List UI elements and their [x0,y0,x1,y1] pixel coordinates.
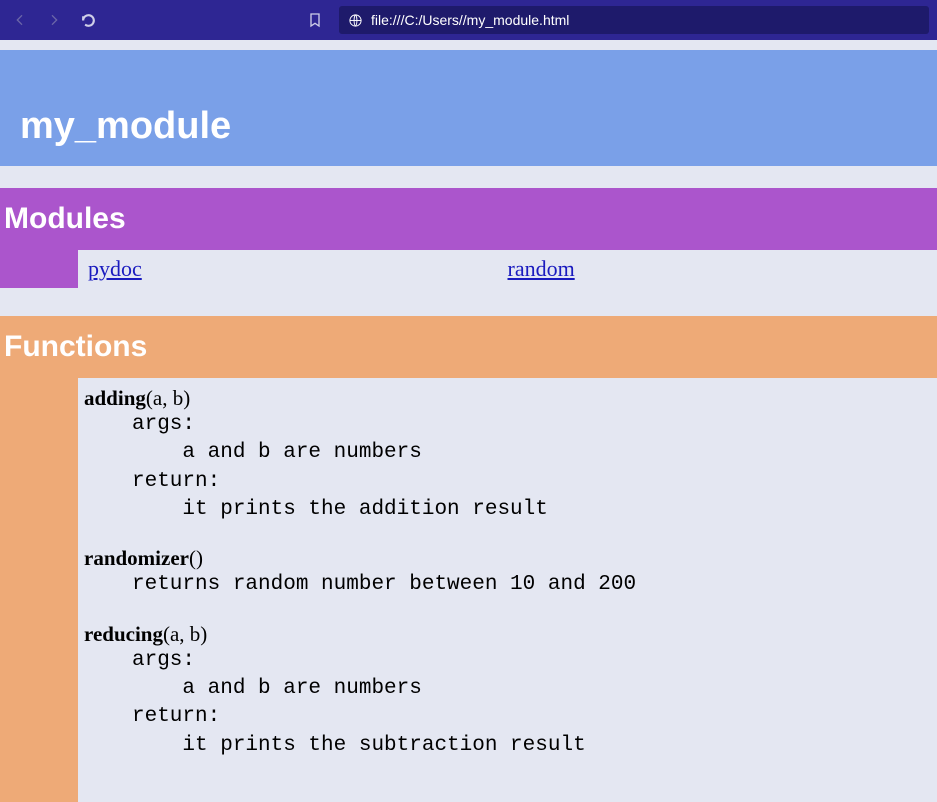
globe-icon [347,12,363,28]
modules-list: pydoc random [78,250,937,288]
module-link-pydoc[interactable]: pydoc [88,256,142,281]
function-name: reducing [84,622,163,646]
function-args: () [189,546,203,570]
functions-list: adding(a, b) args: a and b are numbers r… [78,378,937,802]
function-args: (a, b) [163,622,207,646]
function-signature: adding(a, b) [84,386,927,411]
function-entry: adding(a, b) args: a and b are numbers r… [84,386,927,524]
page-body: my_module Modules pydoc random Functions… [0,40,937,802]
function-args: (a, b) [146,386,190,410]
back-button[interactable] [8,8,32,32]
modules-section: pydoc random [0,250,937,288]
browser-chrome: file:///C:/Users//my_module.html [0,0,937,40]
modules-header: Modules [0,188,937,250]
functions-accent-strip [0,378,78,802]
module-name: my_module [20,105,231,147]
forward-button[interactable] [42,8,66,32]
function-entry: randomizer() returns random number betwe… [84,546,927,599]
function-doc: returns random number between 10 and 200 [132,571,927,599]
function-doc: args: a and b are numbers return: it pri… [132,411,927,524]
function-name: randomizer [84,546,189,570]
bookmark-icon[interactable] [303,8,327,32]
function-entry: reducing(a, b) args: a and b are numbers… [84,622,927,760]
url-text: file:///C:/Users//my_module.html [371,12,569,28]
reload-button[interactable] [76,8,100,32]
functions-section: adding(a, b) args: a and b are numbers r… [0,378,937,802]
function-doc: args: a and b are numbers return: it pri… [132,647,927,760]
function-name: adding [84,386,146,410]
function-signature: randomizer() [84,546,927,571]
page-title: my_module [0,50,937,166]
module-link-random[interactable]: random [508,256,575,281]
modules-accent-strip [0,250,78,288]
function-signature: reducing(a, b) [84,622,927,647]
address-bar[interactable]: file:///C:/Users//my_module.html [339,6,929,34]
functions-header: Functions [0,316,937,378]
